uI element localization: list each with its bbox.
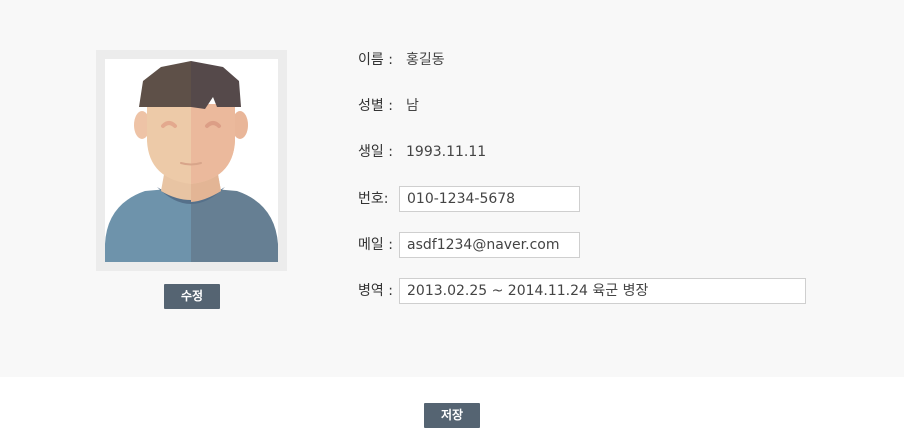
email-field[interactable]: asdf1234@naver.com [399,232,580,258]
gender-value: 남 [406,98,419,114]
birth-value: 1993.11.11 [406,144,487,160]
military-label: 병역 : [358,283,393,299]
profile-photo-frame [96,50,287,271]
phone-field[interactable]: 010-1234-5678 [399,186,580,212]
birth-label: 생일 : [358,144,393,160]
person-avatar-icon [105,59,278,262]
military-field[interactable]: 2013.02.25 ~ 2014.11.24 육군 병장 [399,278,806,304]
email-label: 메일 : [358,237,393,253]
save-button[interactable]: 저장 [424,403,480,428]
edit-button[interactable]: 수정 [164,284,220,309]
profile-panel: 수정 이름 : 홍길동 성별 : 남 생일 : 1993.11.11 번호: 0… [0,0,904,377]
phone-label: 번호: [358,191,389,207]
name-label: 이름 : [358,52,393,68]
name-value: 홍길동 [406,52,445,68]
gender-label: 성별 : [358,98,393,114]
